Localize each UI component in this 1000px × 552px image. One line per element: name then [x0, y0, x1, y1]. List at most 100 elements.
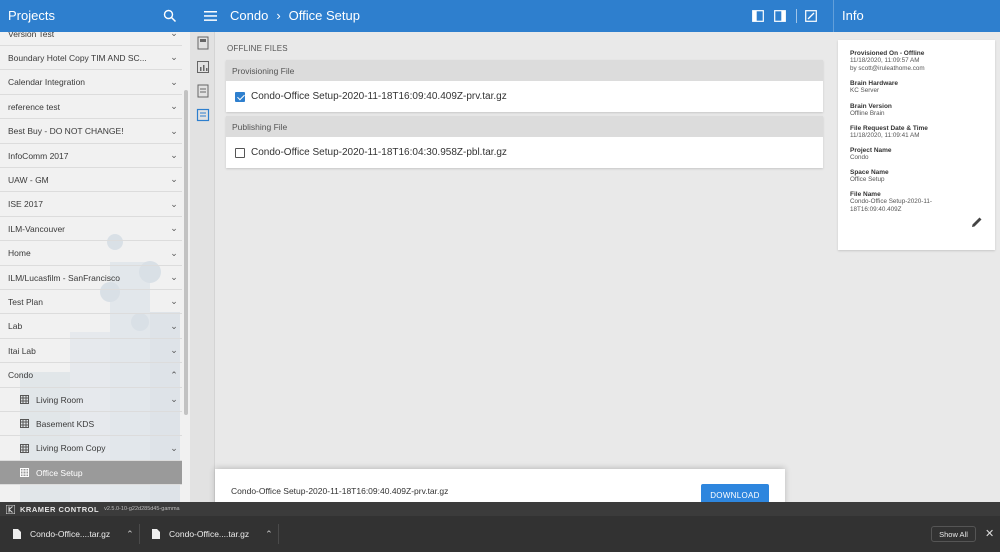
- sidebar-item-label: Office Setup: [36, 467, 83, 478]
- info-field-label: Provisioned On - Offline: [850, 50, 925, 57]
- chevron-up-icon[interactable]: ⌃: [166, 370, 182, 381]
- sidebar-space-item[interactable]: Living Room Copy ⌄: [0, 437, 182, 461]
- sidebar-item-label: Itai Lab: [8, 345, 36, 356]
- breadcrumb-project[interactable]: Condo: [230, 8, 268, 23]
- sidebar-project-item[interactable]: ISE 2017 ⌄: [0, 193, 182, 217]
- chevron-down-icon[interactable]: ⌄: [166, 52, 182, 63]
- sidebar-item-label: Calendar Integration: [8, 77, 86, 88]
- chevron-down-icon[interactable]: ⌄: [166, 345, 182, 356]
- chevron-down-icon[interactable]: ⌄: [166, 174, 182, 185]
- provisioning-checkbox[interactable]: [235, 91, 245, 102]
- toolbar-divider: [796, 9, 797, 23]
- chevron-down-icon[interactable]: ⌄: [166, 199, 182, 210]
- info-field-value: 18T16:09:40.409Z: [850, 206, 902, 214]
- sidebar-item-label: ILM/Lucasfilm - SanFrancisco: [8, 272, 120, 283]
- info-divider: [833, 0, 834, 32]
- info-field-value: Condo: [850, 153, 869, 161]
- list-icon[interactable]: [196, 84, 210, 98]
- info-field-label: Project Name: [850, 146, 892, 154]
- info-card: Provisioned On - Offline 11/18/2020, 11:0…: [838, 40, 995, 250]
- chevron-down-icon[interactable]: ⌄: [166, 32, 182, 39]
- publishing-checkbox[interactable]: [235, 147, 245, 158]
- sidebar-project-item[interactable]: Test Plan ⌄: [0, 290, 182, 315]
- building-icon: [20, 395, 29, 404]
- chevron-down-icon[interactable]: ⌄: [166, 150, 182, 161]
- info-field-label: Brain Hardware: [850, 80, 899, 88]
- search-icon[interactable]: [163, 9, 177, 23]
- sidebar-item-label: ILM-Vancouver: [8, 223, 66, 234]
- info-field: File Request Date & Time 11/18/2020, 11:0…: [850, 125, 983, 140]
- info-field: Project Name Condo: [850, 147, 983, 162]
- sidebar-item-label: Living Room Copy: [36, 443, 106, 454]
- provisioning-file-name: Condo-Office Setup-2020-11-18T16:09:40.4…: [251, 91, 507, 102]
- publishing-file-row[interactable]: Condo-Office Setup-2020-11-18T16:04:30.9…: [226, 137, 823, 168]
- chevron-down-icon[interactable]: ⌄: [166, 394, 182, 405]
- sidebar-project-item[interactable]: InfoComm 2017 ⌄: [0, 144, 182, 168]
- sidebar-scrollbar[interactable]: [184, 90, 188, 415]
- sidebar-project-item[interactable]: ILM/Lucasfilm - SanFrancisco ⌄: [0, 266, 182, 290]
- sidebar-project-item[interactable]: Itai Lab ⌄: [0, 339, 182, 364]
- chevron-down-icon[interactable]: ⌄: [166, 77, 182, 88]
- sidebar-item-label: reference test: [8, 101, 60, 112]
- sidebar-item-label: Condo: [8, 370, 34, 381]
- browser-download-shelf: Condo-Office....tar.gz ⌃ Condo-Office...…: [0, 516, 1000, 552]
- sidebar-space-item[interactable]: Living Room ⌄: [0, 388, 182, 412]
- provisioning-file-row[interactable]: Condo-Office Setup-2020-11-18T16:09:40.4…: [226, 81, 823, 112]
- sidebar-space-item[interactable]: Office Setup: [0, 461, 182, 486]
- info-field-value: Office Setup: [850, 176, 885, 184]
- show-all-button[interactable]: Show All: [931, 526, 976, 542]
- sidebar-project-item[interactable]: Calendar Integration ⌄: [0, 71, 182, 95]
- kramer-logo-icon: [6, 504, 15, 514]
- sidebar-project-item[interactable]: Home ⌄: [0, 242, 182, 266]
- sidebar-item-label: ISE 2017: [8, 199, 43, 210]
- download-item-name: Condo-Office....tar.gz: [30, 529, 111, 539]
- chevron-up-icon[interactable]: ⌃: [126, 529, 134, 540]
- download-item-name: Condo-Office....tar.gz: [169, 529, 250, 539]
- file-icon: [152, 529, 160, 539]
- chevron-down-icon[interactable]: ⌄: [166, 101, 182, 112]
- sidebar-project-item[interactable]: Boundary Hotel Copy TIM AND SC... ⌄: [0, 46, 182, 71]
- sidebar-project-item[interactable]: UAW - GM ⌄: [0, 168, 182, 193]
- pencil-icon[interactable]: [971, 216, 983, 228]
- device-icon[interactable]: [196, 36, 210, 50]
- sidebar-item-label: Test Plan: [8, 296, 43, 307]
- info-field: Provisioned On - Offline 11/18/2020, 11:0…: [850, 50, 983, 73]
- info-field-value: by scott@iruleathome.com: [850, 65, 925, 73]
- offline-files-icon[interactable]: [196, 108, 210, 122]
- chevron-down-icon[interactable]: ⌄: [166, 272, 182, 283]
- breadcrumb-space: Office Setup: [288, 8, 360, 23]
- info-field-value: 11/18/2020, 11:09:41 AM: [850, 131, 920, 139]
- chevron-up-icon[interactable]: ⌃: [265, 529, 273, 540]
- info-panel: Provisioned On - Offline 11/18/2020, 11:0…: [833, 32, 1000, 502]
- chevron-down-icon[interactable]: ⌄: [166, 248, 182, 259]
- info-field: File Name Condo-Office Setup-2020-11- 18T1…: [850, 191, 983, 214]
- close-icon[interactable]: ✕: [985, 527, 995, 541]
- sidebar-item-label: Lab: [8, 321, 23, 332]
- publishing-file-name: Condo-Office Setup-2020-11-18T16:04:30.9…: [251, 147, 507, 158]
- info-field: Brain Version Offline Brain: [850, 103, 983, 118]
- sidebar-space-item[interactable]: Basement KDS: [0, 412, 182, 437]
- sidebar-project-item[interactable]: Condo ⌃: [0, 364, 182, 388]
- projects-sidebar: Version Test ⌄ Boundary Hotel Copy TIM AND…: [0, 32, 190, 502]
- download-file-name: Condo-Office Setup-2020-11-18T16:09:40.4…: [231, 486, 449, 496]
- edit-square-icon[interactable]: [805, 10, 817, 22]
- chevron-down-icon[interactable]: ⌄: [166, 443, 182, 454]
- chevron-down-icon[interactable]: ⌄: [166, 321, 182, 332]
- download-item[interactable]: Condo-Office....tar.gz ⌃: [13, 516, 134, 552]
- chart-icon[interactable]: [196, 60, 210, 74]
- sidebar-project-item[interactable]: Best Buy - DO NOT CHANGE! ⌄: [0, 120, 182, 144]
- sidebar-project-item[interactable]: reference test ⌄: [0, 95, 182, 120]
- chevron-down-icon[interactable]: ⌄: [166, 223, 182, 234]
- sidebar-item-label: Basement KDS: [36, 418, 95, 429]
- info-field-label: File Request Date & Time: [850, 124, 928, 132]
- left-panel-icon[interactable]: [752, 10, 764, 22]
- chevron-down-icon[interactable]: ⌄: [166, 296, 182, 307]
- download-item[interactable]: Condo-Office....tar.gz ⌃: [152, 516, 273, 552]
- sidebar-project-item[interactable]: ILM-Vancouver ⌄: [0, 217, 182, 242]
- building-icon: [20, 419, 29, 429]
- right-panel-icon[interactable]: [774, 10, 786, 22]
- chevron-down-icon[interactable]: ⌄: [166, 126, 182, 137]
- menu-icon[interactable]: [204, 10, 217, 22]
- sidebar-project-item[interactable]: Version Test ⌄: [0, 32, 182, 46]
- sidebar-project-item[interactable]: Lab ⌄: [0, 315, 182, 339]
